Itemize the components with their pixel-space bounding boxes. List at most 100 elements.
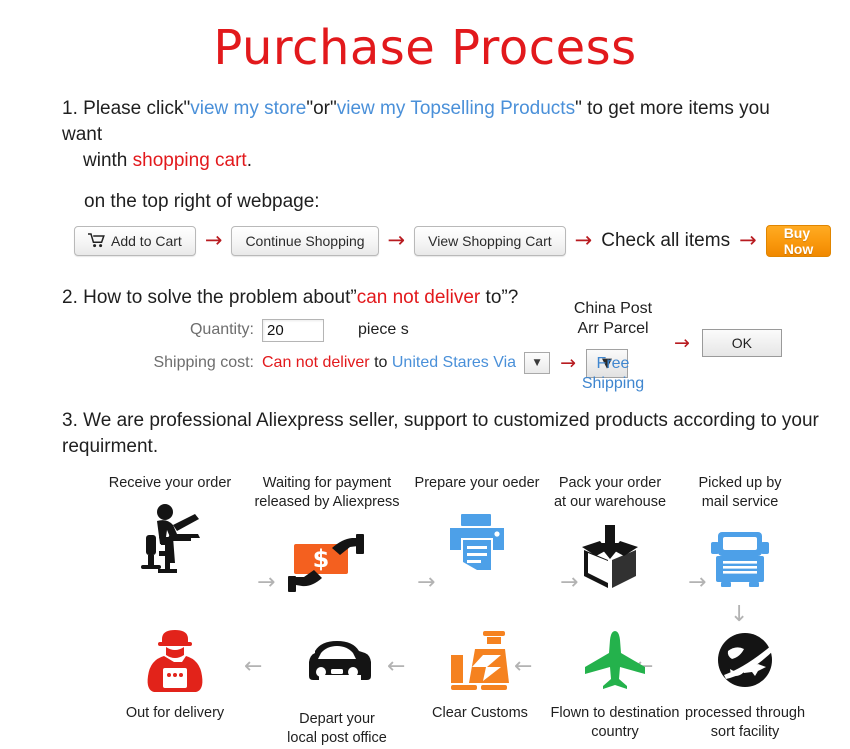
arrow-right-icon-4: → — [739, 228, 757, 253]
quantity-input[interactable]: 20 — [262, 318, 324, 342]
shipping-method-info: China Post Arr Parcel Free Shipping — [558, 299, 668, 394]
flow-label-line1: Waiting for payment — [262, 475, 392, 492]
box-packing-icon — [540, 521, 680, 593]
buy-now-label: Buy Now — [783, 224, 814, 257]
purchase-button-flow: Add to Cart → Continue Shopping → View S… — [74, 224, 832, 257]
quote-open-2: " — [330, 98, 337, 119]
step-2-quote-2: ”? — [501, 286, 519, 308]
shipping-cost-label: Shipping cost: — [153, 354, 254, 372]
buy-now-button[interactable]: Buy Now — [765, 224, 832, 257]
flow-label-line1: Flown to destination — [550, 705, 680, 722]
flow-label: Receive your order — [100, 474, 240, 493]
quote-close-2: " — [575, 98, 582, 119]
flow-label: processed through sort facility — [670, 704, 820, 742]
flow-step-picked-up: Picked up by mail service — [670, 474, 810, 594]
svg-text:$: $ — [313, 545, 330, 573]
country-dropdown-small[interactable]: ▼ — [524, 352, 551, 375]
flow-label-line2: country — [591, 724, 639, 741]
flow-label: Picked up by mail service — [670, 474, 810, 512]
flow-label: Flown to destination country — [540, 704, 690, 742]
page-title: Purchase Process — [213, 20, 637, 76]
add-to-cart-button[interactable]: Add to Cart — [74, 225, 196, 256]
flow-label-line2: sort facility — [710, 724, 780, 741]
cannot-deliver-text: Can not deliver — [262, 354, 370, 372]
country-select-value[interactable]: United Stares Via — [392, 354, 516, 371]
flow-label-line1: Receive your order — [108, 475, 232, 492]
flow-step-pack-order: Pack your order at our warehouse — [540, 474, 680, 592]
continue-shopping-label: Continue Shopping — [245, 232, 365, 249]
step-1-number: 1. — [62, 98, 78, 119]
shopping-cart-icon — [88, 233, 105, 248]
truck-icon — [670, 523, 810, 595]
flow-label: Pack your order at our warehouse — [540, 474, 680, 512]
flow-label: Depart your local post office — [262, 710, 412, 748]
shipping-to-text: to — [369, 354, 392, 372]
free-shipping-line-2: Shipping — [581, 374, 645, 392]
ok-button[interactable]: OK — [701, 328, 782, 357]
step-1-text-c: winth — [83, 150, 133, 172]
flow-label-line1: processed through — [684, 705, 806, 722]
continue-shopping-button[interactable]: Continue Shopping — [231, 225, 379, 256]
arrow-right-icon-1: → — [204, 228, 223, 253]
step-1-period: . — [246, 150, 252, 172]
airplane-icon — [540, 624, 690, 696]
flow-step-flown-destination: Flown to destination country — [540, 624, 690, 742]
flow-step-receive-order: Receive your order — [100, 474, 240, 575]
flow-label-line1: Picked up by — [698, 475, 782, 492]
shipping-cost-value: Can not deliver to United Stares Via — [262, 354, 516, 372]
ok-confirm-group: → OK — [674, 328, 782, 357]
arrow-right-icon-6: → — [674, 331, 690, 354]
flow-label-line1: Pack your order — [558, 475, 662, 492]
flow-step-out-for-delivery: Out for delivery — [100, 624, 250, 723]
flow-label: Out for delivery — [100, 704, 250, 723]
post-line-2: Arr Parcel — [577, 319, 649, 337]
flow-label: Clear Customs — [410, 704, 550, 723]
highlight-shopping-cart: shopping cart — [132, 150, 247, 172]
printer-icon — [407, 507, 547, 579]
free-shipping-line-1: Free — [596, 354, 630, 372]
step-2-heading: 2. How to solve the problem about”can no… — [62, 285, 822, 311]
step-3-text: We are professional Aliexpress seller, s… — [62, 409, 819, 458]
link-view-my-store[interactable]: view my store — [190, 98, 306, 119]
person-at-desk-icon — [100, 503, 240, 575]
flow-label-line2: mail service — [701, 494, 779, 511]
flow-label-line2: local post office — [287, 730, 387, 747]
step-1-text-line2: winth shopping cart. — [83, 148, 802, 174]
delivery-person-icon — [100, 624, 250, 696]
quantity-label: Quantity: — [189, 321, 254, 339]
webpage-hint-text: on the top right of webpage: — [84, 190, 320, 212]
arrow-right-icon-2: → — [387, 228, 406, 253]
car-icon — [262, 630, 412, 702]
step-2-number: 2. — [62, 286, 78, 308]
flow-label-line1: Out for delivery — [125, 705, 225, 722]
view-shopping-cart-label: View Shopping Cart — [428, 232, 552, 249]
step-2-heading-b: to — [480, 286, 502, 308]
flow-label-line1: Depart your — [299, 711, 375, 728]
piece-unit-label: piece s — [358, 321, 409, 339]
flow-step-prepare-order: Prepare your oeder — [407, 474, 547, 579]
step-2-highlight-cannot-deliver: can not deliver — [356, 286, 481, 308]
flow-step-sort-facility: processed through sort facility — [670, 624, 820, 742]
globe-plane-icon — [670, 624, 820, 696]
hand-money-icon: $ — [247, 527, 407, 599]
fulfillment-flow-diagram: Receive your order → Waiting for payment… — [62, 474, 850, 746]
flow-label-line2: released by Aliexpress — [254, 494, 400, 511]
step-1-or: or — [313, 98, 331, 119]
flow-step-depart-post-office: Depart your local post office — [262, 624, 412, 748]
step-3-section: 3. We are professional Aliexpress seller… — [62, 408, 850, 747]
view-shopping-cart-button[interactable]: View Shopping Cart — [414, 225, 566, 256]
post-line-1: China Post — [573, 299, 653, 317]
flow-label-line1: Clear Customs — [432, 705, 528, 722]
flow-label: Prepare your oeder — [407, 474, 547, 493]
step-1-section: 1. Please click"view my store"or"view my… — [62, 96, 832, 257]
check-all-items-text: Check all items — [601, 229, 731, 251]
chevron-down-icon-1: ▼ — [533, 358, 541, 369]
flow-label-line2: at our warehouse — [553, 494, 667, 511]
flow-label-line1: Prepare your oeder — [414, 475, 540, 492]
link-view-my-topselling-products[interactable]: view my Topselling Products — [337, 98, 575, 119]
step-2-heading-a: How to solve the problem about — [83, 286, 351, 308]
customs-officer-icon — [410, 624, 550, 696]
flow-label: Waiting for payment released by Aliexpre… — [247, 474, 407, 512]
flow-step-clear-customs: Clear Customs — [410, 624, 550, 723]
arrow-right-icon-3: → — [574, 228, 593, 253]
